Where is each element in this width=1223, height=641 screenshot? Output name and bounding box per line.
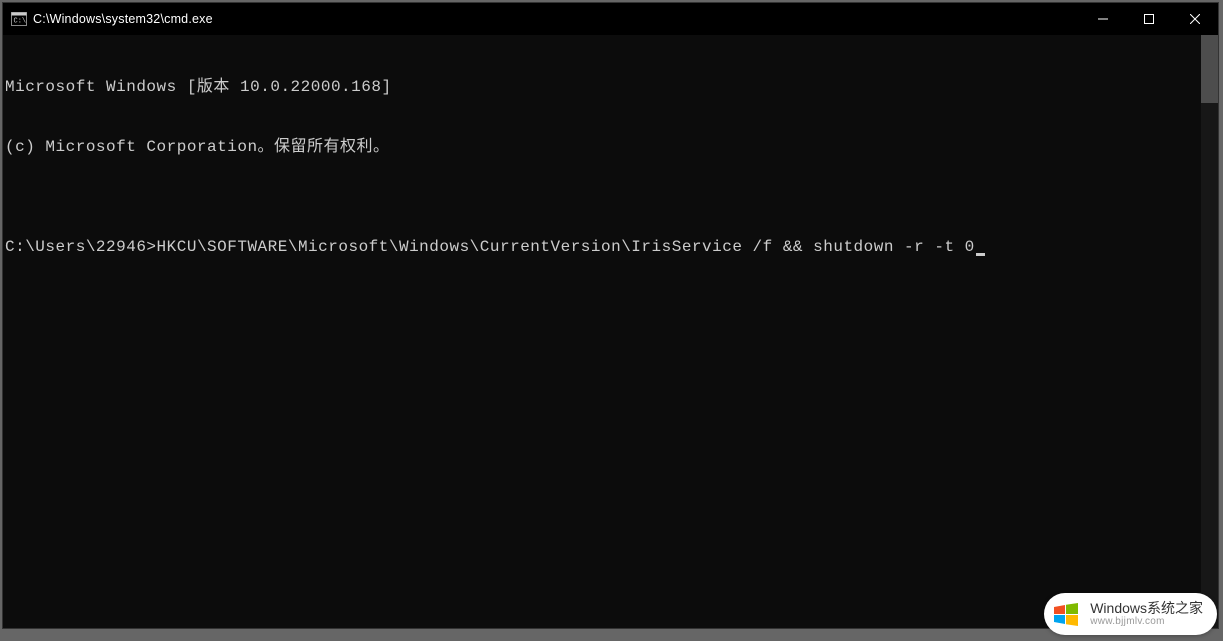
svg-text:C:\: C:\ — [14, 18, 27, 26]
window-title: C:\Windows\system32\cmd.exe — [33, 12, 1080, 26]
windows-logo-icon — [1050, 598, 1082, 630]
close-button[interactable] — [1172, 3, 1218, 35]
prompt-line: C:\Users\22946>HKCU\SOFTWARE\Microsoft\W… — [5, 237, 1218, 257]
output-line: (c) Microsoft Corporation。保留所有权利。 — [5, 137, 1218, 157]
maximize-button[interactable] — [1126, 3, 1172, 35]
output-line: Microsoft Windows [版本 10.0.22000.168] — [5, 77, 1218, 97]
watermark: Windows系统之家 www.bjjmlv.com — [1044, 593, 1217, 635]
terminal-output: Microsoft Windows [版本 10.0.22000.168] (c… — [3, 35, 1218, 297]
cmd-icon: C:\ — [11, 11, 27, 27]
cursor — [976, 253, 985, 256]
cmd-window: C:\ C:\Windows\system32\cmd.exe Microsof… — [2, 2, 1219, 629]
prompt: C:\Users\22946> — [5, 238, 157, 256]
watermark-brand: Windows系统之家 — [1090, 601, 1203, 616]
titlebar[interactable]: C:\ C:\Windows\system32\cmd.exe — [3, 3, 1218, 35]
minimize-button[interactable] — [1080, 3, 1126, 35]
watermark-url: www.bjjmlv.com — [1090, 616, 1203, 627]
window-controls — [1080, 3, 1218, 35]
watermark-text: Windows系统之家 www.bjjmlv.com — [1090, 601, 1203, 627]
scrollbar-thumb[interactable] — [1201, 35, 1218, 103]
command-input[interactable]: HKCU\SOFTWARE\Microsoft\Windows\CurrentV… — [157, 238, 975, 256]
scrollbar-track[interactable] — [1201, 35, 1218, 628]
terminal-area[interactable]: Microsoft Windows [版本 10.0.22000.168] (c… — [3, 35, 1218, 628]
